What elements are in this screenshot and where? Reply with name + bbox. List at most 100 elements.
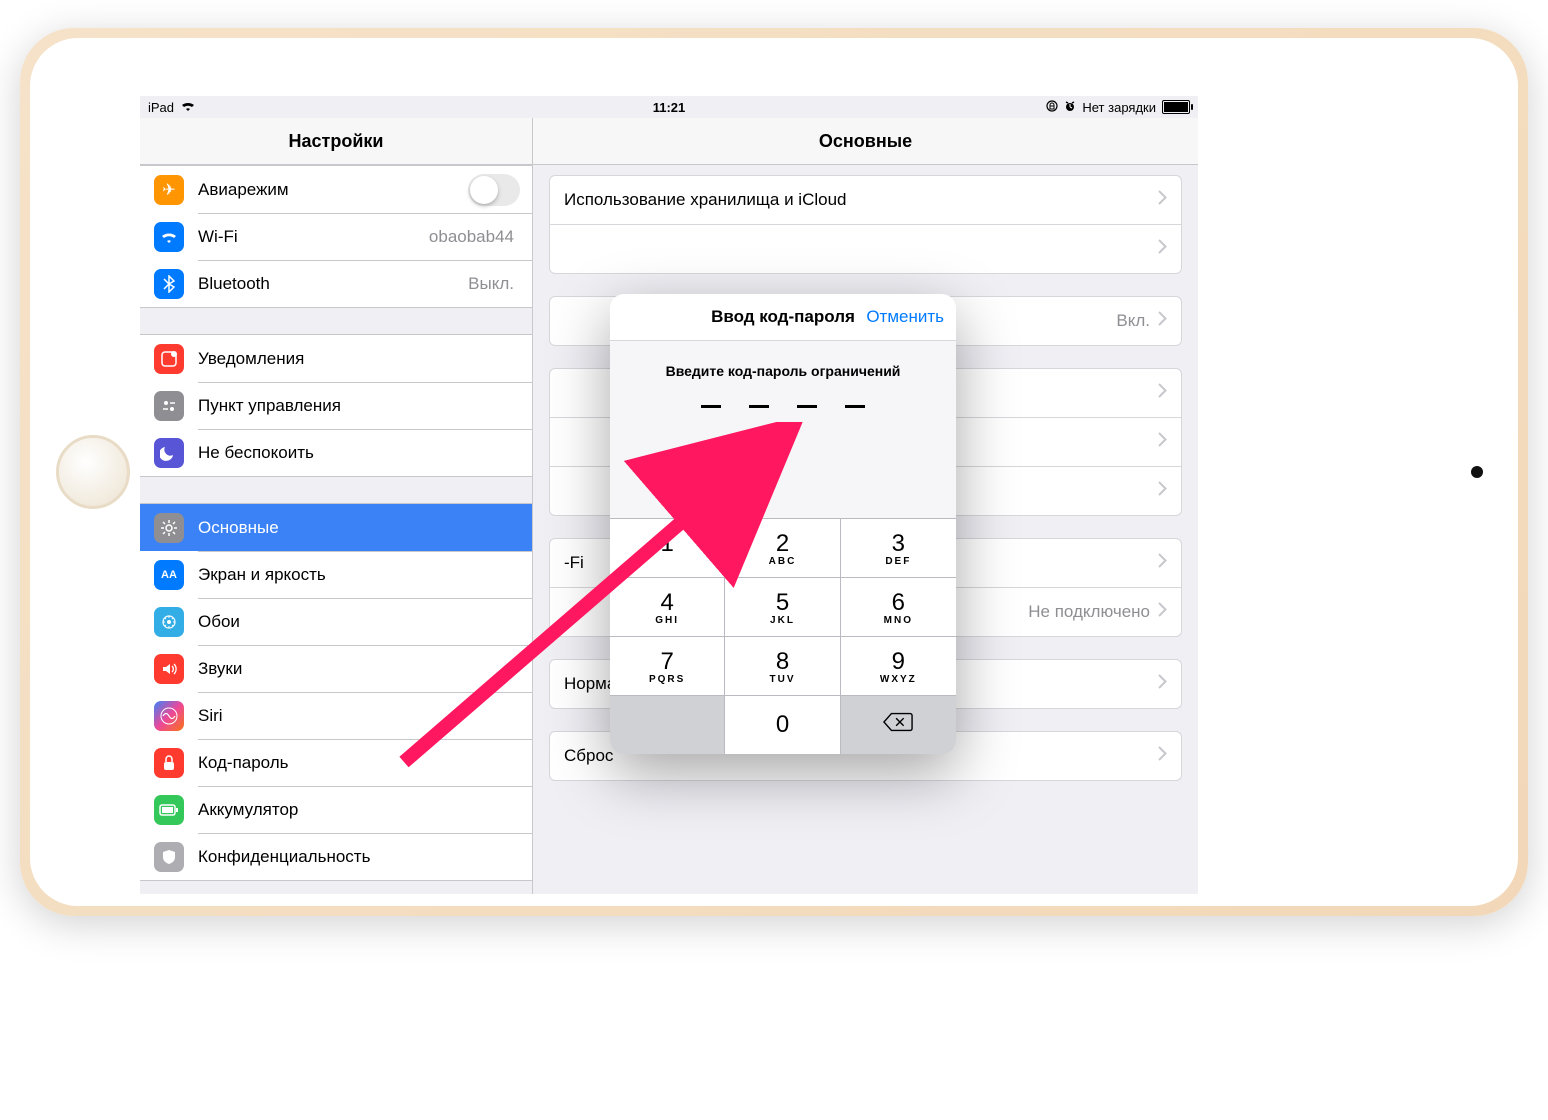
row-label: Уведомления [198, 349, 520, 369]
passcode-dash [845, 405, 865, 408]
drow-value: Вкл. [1116, 311, 1150, 331]
screen: iPad 11:21 Нет зарядки [140, 96, 1198, 894]
passcode-dash [701, 405, 721, 408]
device-label: iPad [148, 100, 174, 115]
sidebar-item-general[interactable]: Основные [140, 504, 532, 551]
key-6[interactable]: 6MNO [841, 577, 956, 636]
charging-label: Нет зарядки [1082, 100, 1156, 115]
key-7[interactable]: 7PQRS [610, 636, 725, 695]
backspace-icon [883, 711, 913, 739]
key-1[interactable]: 1 [610, 518, 725, 577]
chevron-right-icon [1158, 674, 1167, 694]
passcode-dash [797, 405, 817, 408]
popup-title: Ввод код-пароля [711, 307, 855, 327]
notifications-icon [154, 344, 184, 374]
sidebar-item-display[interactable]: AA Экран и яркость [140, 551, 532, 598]
sidebar-item-airplane[interactable]: ✈ Авиарежим [140, 166, 532, 213]
gear-icon [154, 513, 184, 543]
siri-icon [154, 701, 184, 731]
key-blank [610, 695, 725, 754]
sidebar-title: Настройки [140, 118, 532, 165]
key-2[interactable]: 2ABC [725, 518, 840, 577]
sidebar-item-passcode[interactable]: Код-пароль [140, 739, 532, 786]
privacy-icon [154, 842, 184, 872]
row-label: Конфиденциальность [198, 847, 520, 867]
dnd-icon [154, 438, 184, 468]
sidebar-item-siri[interactable]: Siri [140, 692, 532, 739]
rotation-lock-icon [1046, 100, 1058, 115]
sidebar-item-wallpaper[interactable]: Обои [140, 598, 532, 645]
chevron-right-icon [1158, 190, 1167, 210]
detail-row-storage[interactable]: Использование хранилища и iCloud [550, 176, 1181, 224]
numeric-keypad: 1 2ABC 3DEF 4GHI 5JKL 6MNO 7PQRS 8TUV 9W… [610, 518, 956, 754]
status-time: 11:21 [495, 100, 842, 115]
detail-title: Основные [533, 118, 1198, 165]
sidebar-item-privacy[interactable]: Конфиденциальность [140, 833, 532, 880]
chevron-right-icon [1158, 746, 1167, 766]
battery-icon [1162, 100, 1190, 114]
popup-header: Ввод код-пароля Отменить [610, 294, 956, 341]
battery-settings-icon [154, 795, 184, 825]
row-label: Bluetooth [198, 274, 468, 294]
sidebar-item-sounds[interactable]: Звуки [140, 645, 532, 692]
key-4[interactable]: 4GHI [610, 577, 725, 636]
passcode-dash [749, 405, 769, 408]
settings-sidebar: Настройки ✈ Авиарежим [140, 118, 533, 894]
key-8[interactable]: 8TUV [725, 636, 840, 695]
sidebar-item-bluetooth[interactable]: Bluetooth Выкл. [140, 260, 532, 307]
row-label: Siri [198, 706, 520, 726]
key-0[interactable]: 0 [725, 695, 840, 754]
chevron-right-icon [1158, 553, 1167, 573]
sidebar-item-notifications[interactable]: Уведомления [140, 335, 532, 382]
home-button[interactable] [56, 435, 130, 509]
key-5[interactable]: 5JKL [725, 577, 840, 636]
chevron-right-icon [1158, 383, 1167, 403]
control-center-icon [154, 391, 184, 421]
chevron-right-icon [1158, 239, 1167, 259]
airplane-icon: ✈ [154, 175, 184, 205]
display-icon: AA [154, 560, 184, 590]
chevron-right-icon [1158, 311, 1167, 331]
row-label: Экран и яркость [198, 565, 520, 585]
passcode-prompt: Введите код-пароль ограничений [622, 363, 944, 379]
sidebar-item-control-center[interactable]: Пункт управления [140, 382, 532, 429]
row-value: Выкл. [468, 274, 514, 294]
ipad-bezel: iPad 11:21 Нет зарядки [30, 38, 1518, 906]
alarm-icon [1064, 100, 1076, 115]
chevron-right-icon [1158, 432, 1167, 452]
row-label: Пункт управления [198, 396, 520, 416]
row-label: Код-пароль [198, 753, 520, 773]
drow-value: Не подключено [1028, 602, 1150, 622]
row-label: Wi-Fi [198, 227, 429, 247]
sidebar-item-dnd[interactable]: Не беспокоить [140, 429, 532, 476]
sounds-icon [154, 654, 184, 684]
row-label: Не беспокоить [198, 443, 520, 463]
row-label: Звуки [198, 659, 520, 679]
key-backspace[interactable] [841, 695, 956, 754]
lock-icon [154, 748, 184, 778]
row-value: obaobab44 [429, 227, 514, 247]
bluetooth-icon [154, 269, 184, 299]
passcode-popup: Ввод код-пароля Отменить Введите код-пар… [610, 294, 956, 754]
status-bar: iPad 11:21 Нет зарядки [140, 96, 1198, 118]
row-label: Основные [198, 518, 520, 538]
wifi-settings-icon [154, 222, 184, 252]
ipad-frame: iPad 11:21 Нет зарядки [20, 28, 1528, 916]
cancel-button[interactable]: Отменить [866, 307, 944, 327]
sidebar-item-battery[interactable]: Аккумулятор [140, 786, 532, 833]
key-9[interactable]: 9WXYZ [841, 636, 956, 695]
passcode-field [622, 405, 944, 408]
chevron-right-icon [1158, 481, 1167, 501]
row-label: Аккумулятор [198, 800, 520, 820]
front-camera [1471, 466, 1483, 478]
wallpaper-icon [154, 607, 184, 637]
airplane-toggle[interactable] [468, 174, 520, 206]
key-3[interactable]: 3DEF [841, 518, 956, 577]
drow-label: Использование хранилища и iCloud [564, 190, 1158, 210]
wifi-icon [180, 99, 196, 115]
row-label: Обои [198, 612, 520, 632]
detail-row-hidden-1[interactable] [550, 224, 1181, 273]
row-label: Авиарежим [198, 180, 468, 200]
chevron-right-icon [1158, 602, 1167, 622]
sidebar-item-wifi[interactable]: Wi-Fi obaobab44 [140, 213, 532, 260]
